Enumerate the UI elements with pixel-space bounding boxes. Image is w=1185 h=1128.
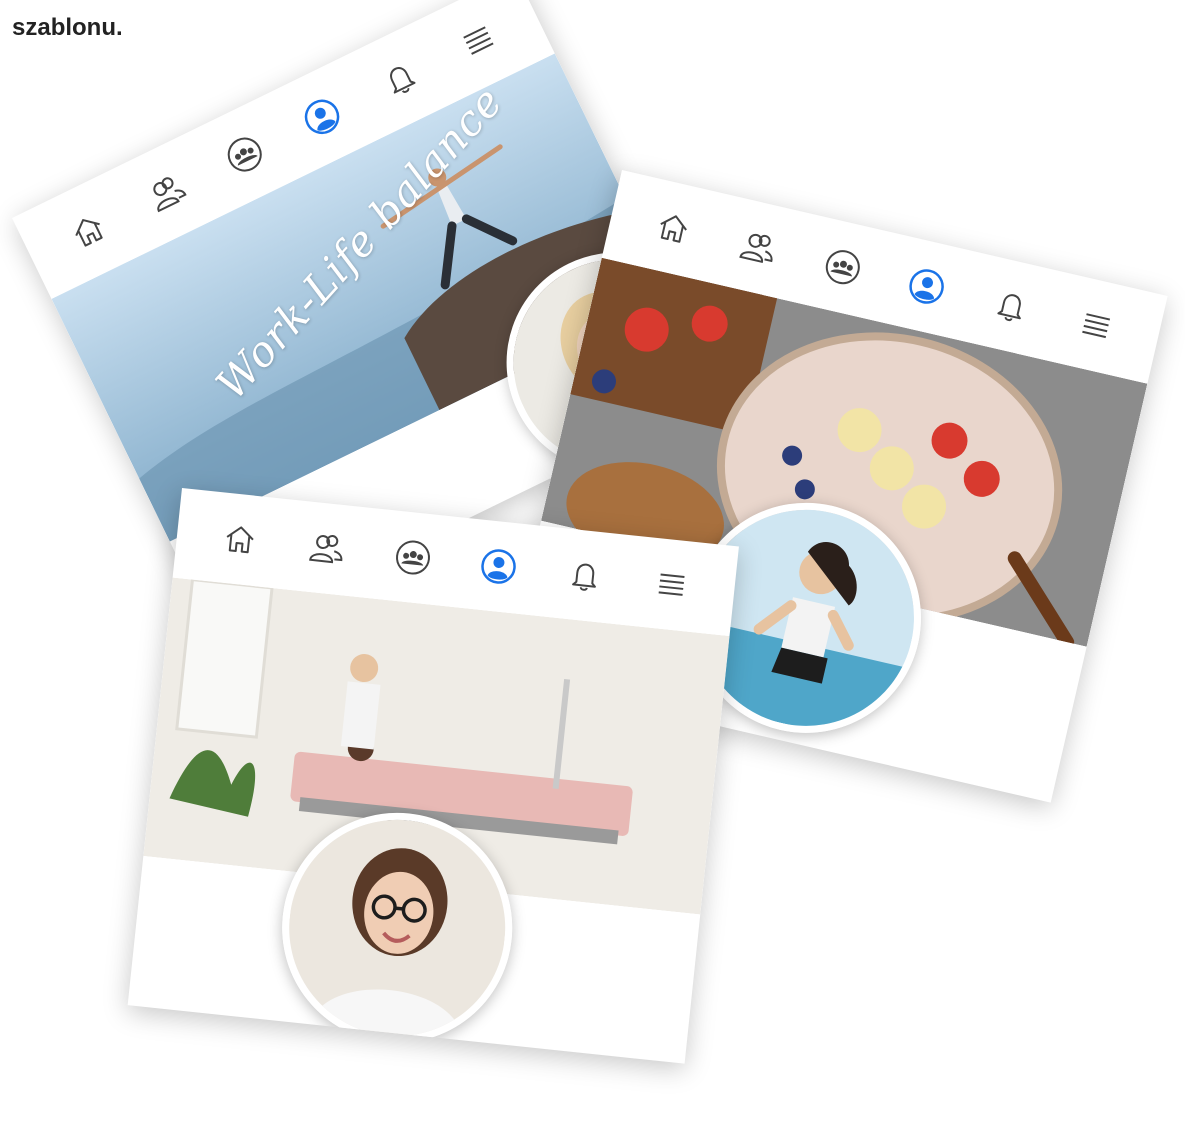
home-icon[interactable] <box>62 204 115 257</box>
menu-icon[interactable] <box>649 563 693 607</box>
home-icon[interactable] <box>650 204 698 252</box>
friends-icon[interactable] <box>304 526 348 570</box>
profile-card-beauty <box>127 488 739 1064</box>
home-icon[interactable] <box>218 517 262 561</box>
bell-icon[interactable] <box>987 282 1035 330</box>
bell-icon[interactable] <box>563 554 607 598</box>
groups-icon[interactable] <box>818 243 866 291</box>
groups-icon[interactable] <box>391 536 435 580</box>
menu-icon[interactable] <box>1072 302 1120 350</box>
profile-icon[interactable] <box>903 263 951 311</box>
menu-icon[interactable] <box>451 14 504 67</box>
friends-icon[interactable] <box>140 166 193 219</box>
profile-icon[interactable] <box>296 90 349 143</box>
groups-icon[interactable] <box>218 128 271 181</box>
friends-icon[interactable] <box>734 224 782 272</box>
caption-text: szablonu. <box>12 14 123 41</box>
profile-icon[interactable] <box>477 545 521 589</box>
bell-icon[interactable] <box>373 52 426 105</box>
